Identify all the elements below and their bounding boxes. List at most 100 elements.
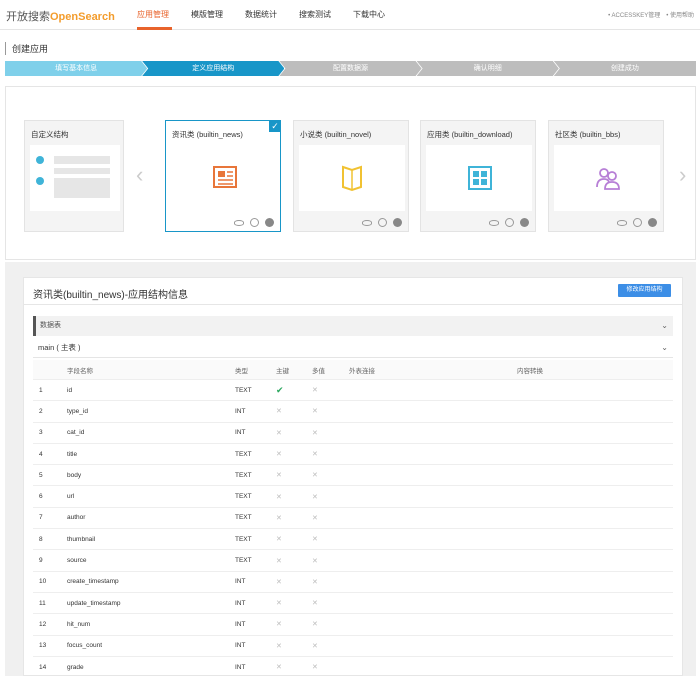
template-card-news[interactable]: 资讯类 (builtin_news) ✓	[165, 120, 281, 232]
logo-prefix: 开放搜索	[6, 11, 50, 23]
card-title: 自定义结构	[31, 130, 69, 139]
template-selection-panel: 自定义结构 ‹ 资讯类 (builtin_news) ✓ 小说类 (builti…	[5, 86, 696, 260]
main-table-header[interactable]: main ( 主表 ) ⌄	[33, 338, 673, 358]
col-conversion: 内容转换	[517, 367, 543, 375]
col-join: 外表连接	[349, 367, 375, 375]
field-name: source	[67, 557, 87, 565]
field-type: TEXT	[235, 514, 252, 522]
help-link[interactable]: • 使用帮助	[666, 10, 694, 19]
primary-key-cross-icon: ✕	[276, 664, 282, 671]
multi-value-cross-icon: ✕	[312, 642, 318, 650]
row-number: 4	[39, 450, 43, 458]
col-field-name: 字段名称	[67, 367, 93, 375]
field-type: INT	[235, 642, 246, 650]
field-name: body	[67, 471, 82, 479]
chevron-down-icon[interactable]: ⌄	[661, 338, 668, 358]
field-type: INT	[235, 663, 246, 671]
card-actions	[617, 218, 657, 227]
field-type: INT	[235, 407, 246, 415]
template-card-custom[interactable]: 自定义结构	[24, 120, 124, 232]
table-row: 2 type_id INT ✕ ✕	[33, 401, 673, 423]
field-type: TEXT	[235, 535, 252, 543]
multi-value-cross-icon: ✕	[312, 408, 318, 416]
table-row: 7 author TEXT ✕ ✕	[33, 508, 673, 530]
multi-value-cross-icon: ✕	[312, 514, 318, 522]
table-row: 10 create_timestamp INT ✕ ✕	[33, 572, 673, 593]
preview-eye-icon[interactable]	[234, 220, 244, 226]
row-number: 1	[39, 386, 43, 394]
accesskey-link[interactable]: • ACCESSKEY管理	[608, 10, 660, 19]
download-icon[interactable]	[648, 218, 657, 227]
row-number: 14	[39, 663, 47, 671]
divider	[24, 304, 682, 305]
card-preview	[554, 145, 660, 211]
table-header-row: 字段名称 类型 主键 多值 外表连接 内容转换	[33, 360, 673, 380]
logo-brand: OpenSearch	[50, 11, 115, 23]
field-name: author	[67, 514, 86, 522]
info-icon[interactable]	[378, 218, 387, 227]
custom-structure-preview	[30, 145, 120, 211]
table-row: 3 cat_id INT ✕ ✕	[33, 423, 673, 444]
multi-value-cross-icon: ✕	[312, 493, 318, 501]
multi-value-cross-icon: ✕	[312, 387, 318, 395]
multi-value-cross-icon: ✕	[312, 600, 318, 608]
tab-statistics[interactable]: 数据统计	[245, 9, 277, 20]
chevron-down-icon[interactable]: ⌄	[661, 316, 668, 336]
table-label: main ( 主表 )	[38, 343, 81, 352]
tab-app-management[interactable]: 应用管理	[137, 9, 169, 20]
preview-eye-icon[interactable]	[362, 220, 372, 226]
card-preview	[426, 145, 532, 211]
table-row: 5 body TEXT ✕ ✕	[33, 465, 673, 487]
datatable-section-header[interactable]: 数据表 ⌄	[33, 316, 673, 336]
primary-key-cross-icon: ✕	[276, 514, 282, 522]
preview-eye-icon[interactable]	[489, 220, 499, 226]
tab-search-test[interactable]: 搜索测试	[299, 9, 331, 20]
next-arrow-icon[interactable]: ›	[679, 162, 686, 188]
field-name: create_timestamp	[67, 578, 119, 586]
primary-key-cross-icon: ✕	[276, 408, 282, 416]
info-icon[interactable]	[633, 218, 642, 227]
newspaper-icon	[213, 166, 237, 188]
modify-structure-button[interactable]: 修改应用结构	[618, 284, 671, 297]
table-row: 1 id TEXT ✔ ✕	[33, 380, 673, 402]
tab-download-center[interactable]: 下载中心	[353, 9, 385, 20]
multi-value-cross-icon: ✕	[312, 557, 318, 565]
primary-key-cross-icon: ✕	[276, 578, 282, 586]
logo[interactable]: 开放搜索OpenSearch	[6, 8, 115, 24]
structure-title: 资讯类(builtin_news)-应用结构信息	[33, 290, 189, 301]
field-name: type_id	[67, 407, 88, 415]
active-tab-indicator	[137, 27, 172, 30]
row-number: 10	[39, 578, 47, 586]
field-name: hit_num	[67, 620, 91, 628]
step-define-structure: 定义应用结构	[142, 61, 284, 76]
info-icon[interactable]	[250, 218, 259, 227]
template-card-novel[interactable]: 小说类 (builtin_novel)	[293, 120, 409, 232]
prev-arrow-icon[interactable]: ‹	[136, 162, 143, 188]
section-label: 数据表	[40, 322, 61, 329]
tab-template-management[interactable]: 模版管理	[191, 9, 223, 20]
info-icon[interactable]	[505, 218, 514, 227]
field-name: cat_id	[67, 429, 85, 437]
field-type: INT	[235, 599, 246, 607]
field-type: TEXT	[235, 386, 252, 394]
step-basic-info: 填写基本信息	[5, 61, 147, 76]
field-name: id	[67, 386, 73, 394]
field-type: TEXT	[235, 450, 252, 458]
table-row: 11 update_timestamp INT ✕ ✕	[33, 593, 673, 615]
multi-value-cross-icon: ✕	[312, 472, 318, 480]
table-row: 8 thumbnail TEXT ✕ ✕	[33, 529, 673, 551]
table-row: 12 hit_num INT ✕ ✕	[33, 614, 673, 636]
primary-key-cross-icon: ✕	[276, 536, 282, 544]
multi-value-cross-icon: ✕	[312, 621, 318, 629]
card-actions	[362, 218, 402, 227]
template-card-bbs[interactable]: 社区类 (builtin_bbs)	[548, 120, 664, 232]
download-icon[interactable]	[265, 218, 274, 227]
preview-eye-icon[interactable]	[617, 220, 627, 226]
template-card-download[interactable]: 应用类 (builtin_download)	[420, 120, 536, 232]
top-links: • ACCESSKEY管理 • 使用帮助	[608, 10, 694, 19]
row-number: 8	[39, 535, 43, 543]
download-icon[interactable]	[393, 218, 402, 227]
card-title: 应用类 (builtin_download)	[427, 130, 513, 139]
download-icon[interactable]	[520, 218, 529, 227]
col-type: 类型	[235, 367, 248, 375]
